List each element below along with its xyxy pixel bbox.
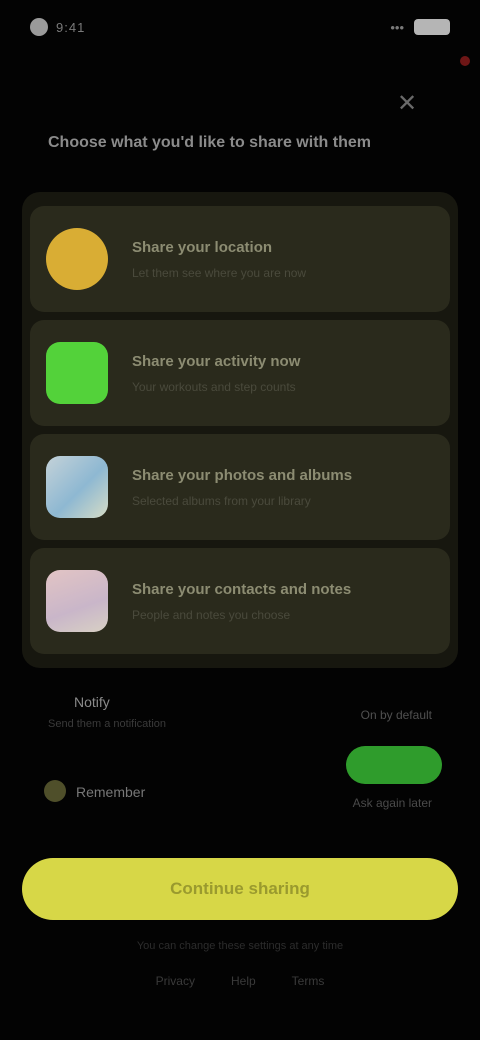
camera-icon — [30, 18, 48, 36]
recording-indicator-icon — [460, 56, 470, 66]
share-card-activity[interactable]: Share your activity now Your workouts an… — [30, 320, 450, 426]
battery-icon — [414, 19, 450, 35]
notify-label: Notify — [74, 694, 110, 710]
help-link[interactable]: Help — [231, 974, 256, 988]
remember-status-text: Ask again later — [352, 796, 432, 810]
signal-icon: ••• — [390, 19, 404, 35]
share-card-photos[interactable]: Share your photos and albums Selected al… — [30, 434, 450, 540]
continue-button[interactable]: Continue sharing — [22, 858, 458, 920]
card-subtitle: Your workouts and step counts — [132, 379, 296, 394]
footer-links: Privacy Help Terms — [0, 974, 480, 988]
notify-sublabel: Send them a notification — [48, 718, 167, 730]
notify-toggle[interactable] — [346, 746, 442, 784]
remember-checkbox[interactable] — [44, 780, 66, 802]
photos-thumbnail-icon — [46, 456, 108, 518]
terms-link[interactable]: Terms — [292, 974, 325, 988]
footer-note: You can change these settings at any tim… — [136, 940, 344, 952]
notify-status-text: On by default — [360, 708, 432, 722]
card-title: Share your contacts and notes — [132, 580, 352, 598]
close-button[interactable]: ✕ — [392, 88, 422, 118]
share-options-list: Share your location Let them see where y… — [22, 192, 458, 668]
card-title: Share your location — [132, 238, 273, 256]
share-card-contacts[interactable]: Share your contacts and notes People and… — [30, 548, 450, 654]
share-sheet-screen: 9:41 ••• ✕ Choose what you'd like to sha… — [0, 0, 480, 1040]
card-title: Share your activity now — [132, 352, 301, 370]
remember-label: Remember — [76, 784, 146, 800]
card-subtitle: Selected albums from your library — [132, 493, 311, 508]
card-title: Share your photos and albums — [132, 466, 353, 484]
card-subtitle: People and notes you choose — [132, 607, 291, 622]
card-subtitle: Let them see where you are now — [132, 265, 307, 280]
location-icon — [46, 228, 108, 290]
activity-icon — [46, 342, 108, 404]
share-card-location[interactable]: Share your location Let them see where y… — [30, 206, 450, 312]
contacts-thumbnail-icon — [46, 570, 108, 632]
privacy-link[interactable]: Privacy — [156, 974, 195, 988]
status-bar: 9:41 ••• — [30, 12, 450, 42]
page-title: Choose what you'd like to share with the… — [48, 134, 371, 151]
status-time: 9:41 — [56, 19, 86, 35]
